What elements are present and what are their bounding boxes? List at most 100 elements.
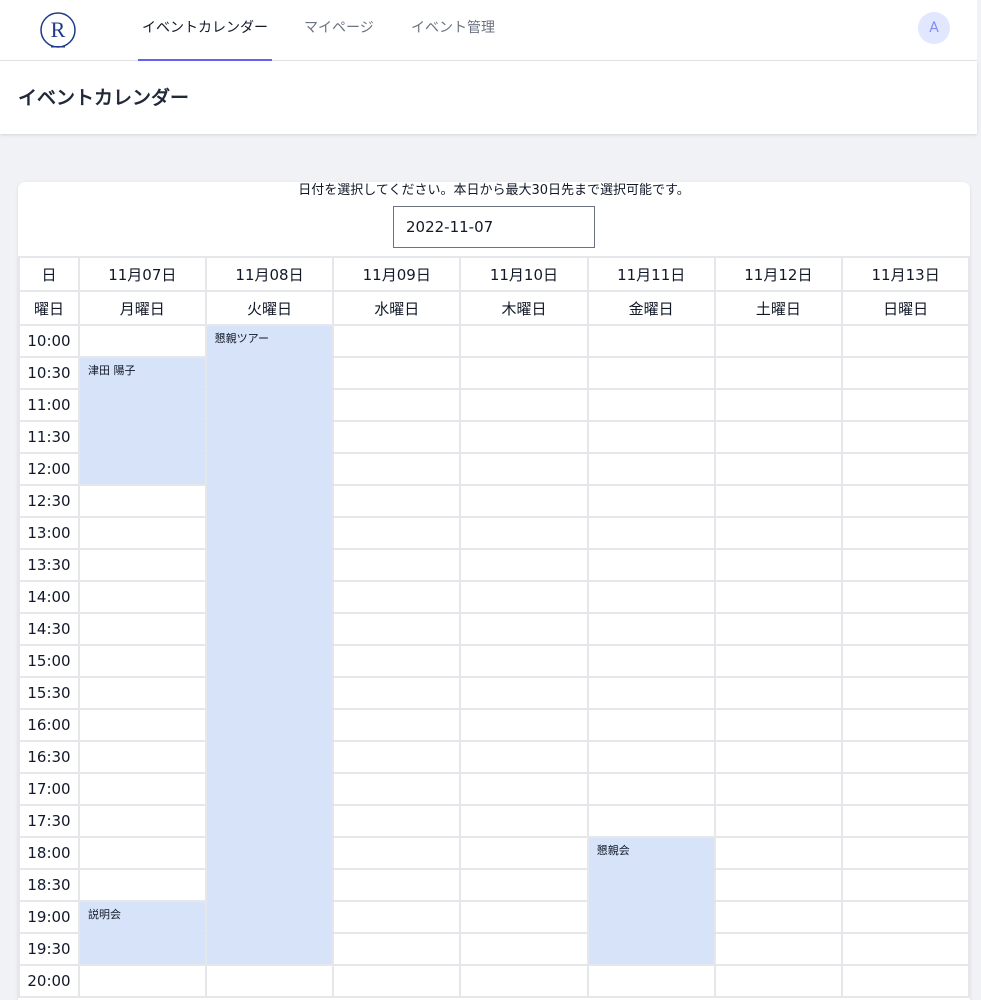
time-slot-cell[interactable] bbox=[459, 900, 589, 934]
event-block[interactable] bbox=[204, 452, 335, 486]
time-slot-cell[interactable] bbox=[332, 932, 462, 966]
time-slot-cell[interactable] bbox=[77, 612, 207, 646]
time-slot-cell[interactable] bbox=[459, 356, 589, 390]
time-slot-cell[interactable] bbox=[332, 740, 462, 774]
time-slot-cell[interactable] bbox=[332, 644, 462, 678]
time-slot-cell[interactable] bbox=[586, 708, 716, 742]
time-slot-cell[interactable] bbox=[586, 388, 716, 422]
time-slot-cell[interactable] bbox=[332, 868, 462, 902]
time-slot-cell[interactable] bbox=[713, 516, 844, 550]
time-slot-cell[interactable] bbox=[586, 548, 716, 582]
event-block[interactable]: 懇親ツアー bbox=[204, 324, 335, 358]
time-slot-cell[interactable] bbox=[459, 676, 589, 710]
time-slot-cell[interactable] bbox=[77, 772, 207, 806]
event-block[interactable] bbox=[204, 868, 335, 902]
event-block[interactable] bbox=[586, 900, 716, 934]
time-slot-cell[interactable] bbox=[713, 356, 844, 390]
time-slot-cell[interactable] bbox=[841, 356, 970, 390]
event-title[interactable]: 懇親会 bbox=[597, 842, 630, 858]
time-slot-cell[interactable] bbox=[77, 868, 207, 902]
time-slot-cell[interactable] bbox=[459, 452, 589, 486]
time-slot-cell[interactable] bbox=[332, 452, 462, 486]
time-slot-cell[interactable] bbox=[841, 420, 970, 454]
time-slot-cell[interactable] bbox=[332, 612, 462, 646]
event-block[interactable] bbox=[204, 676, 335, 710]
event-block[interactable] bbox=[204, 580, 335, 614]
time-slot-cell[interactable] bbox=[77, 676, 207, 710]
time-slot-cell[interactable] bbox=[586, 356, 716, 390]
time-slot-cell[interactable] bbox=[332, 836, 462, 870]
event-block[interactable] bbox=[204, 388, 335, 422]
time-slot-cell[interactable] bbox=[332, 356, 462, 390]
event-block[interactable] bbox=[204, 484, 335, 518]
time-slot-cell[interactable] bbox=[841, 708, 970, 742]
time-slot-cell[interactable] bbox=[841, 324, 970, 358]
time-slot-cell[interactable] bbox=[713, 548, 844, 582]
time-slot-cell[interactable] bbox=[77, 484, 207, 518]
event-block[interactable] bbox=[204, 772, 335, 806]
event-block[interactable] bbox=[204, 356, 335, 390]
event-block[interactable] bbox=[204, 516, 335, 550]
time-slot-cell[interactable] bbox=[713, 324, 844, 358]
time-slot-cell[interactable] bbox=[713, 388, 844, 422]
event-block[interactable] bbox=[204, 420, 335, 454]
time-slot-cell[interactable] bbox=[459, 740, 589, 774]
time-slot-cell[interactable] bbox=[713, 836, 844, 870]
event-block[interactable] bbox=[77, 388, 207, 422]
time-slot-cell[interactable] bbox=[713, 644, 844, 678]
time-slot-cell[interactable] bbox=[77, 964, 207, 998]
time-slot-cell[interactable] bbox=[332, 388, 462, 422]
time-slot-cell[interactable] bbox=[459, 644, 589, 678]
event-block[interactable] bbox=[77, 420, 207, 454]
time-slot-cell[interactable] bbox=[586, 612, 716, 646]
time-slot-cell[interactable] bbox=[841, 868, 970, 902]
time-slot-cell[interactable] bbox=[586, 740, 716, 774]
time-slot-cell[interactable] bbox=[332, 580, 462, 614]
tab-event-management[interactable]: イベント管理 bbox=[407, 0, 499, 61]
time-slot-cell[interactable] bbox=[841, 964, 970, 998]
time-slot-cell[interactable] bbox=[841, 644, 970, 678]
time-slot-cell[interactable] bbox=[586, 324, 716, 358]
time-slot-cell[interactable] bbox=[841, 932, 970, 966]
event-block[interactable] bbox=[77, 932, 207, 966]
time-slot-cell[interactable] bbox=[841, 388, 970, 422]
time-slot-cell[interactable] bbox=[77, 740, 207, 774]
time-slot-cell[interactable] bbox=[841, 740, 970, 774]
time-slot-cell[interactable] bbox=[841, 548, 970, 582]
time-slot-cell[interactable] bbox=[332, 804, 462, 838]
event-block[interactable] bbox=[204, 708, 335, 742]
time-slot-cell[interactable] bbox=[586, 964, 716, 998]
event-block[interactable] bbox=[204, 804, 335, 838]
time-slot-cell[interactable] bbox=[841, 580, 970, 614]
time-slot-cell[interactable] bbox=[459, 868, 589, 902]
time-slot-cell[interactable] bbox=[77, 548, 207, 582]
event-block[interactable] bbox=[586, 868, 716, 902]
event-title[interactable]: 懇親ツアー bbox=[215, 330, 269, 346]
time-slot-cell[interactable] bbox=[841, 804, 970, 838]
event-title[interactable]: 津田 陽子 bbox=[88, 362, 136, 378]
time-slot-cell[interactable] bbox=[841, 772, 970, 806]
time-slot-cell[interactable] bbox=[586, 516, 716, 550]
time-slot-cell[interactable] bbox=[713, 676, 844, 710]
date-picker-input[interactable] bbox=[393, 206, 595, 248]
time-slot-cell[interactable] bbox=[713, 964, 844, 998]
time-slot-cell[interactable] bbox=[586, 804, 716, 838]
time-slot-cell[interactable] bbox=[77, 804, 207, 838]
event-block[interactable] bbox=[204, 932, 335, 966]
time-slot-cell[interactable] bbox=[459, 324, 589, 358]
time-slot-cell[interactable] bbox=[332, 676, 462, 710]
time-slot-cell[interactable] bbox=[77, 516, 207, 550]
event-block[interactable] bbox=[204, 612, 335, 646]
time-slot-cell[interactable] bbox=[459, 388, 589, 422]
time-slot-cell[interactable] bbox=[459, 516, 589, 550]
time-slot-cell[interactable] bbox=[332, 324, 462, 358]
time-slot-cell[interactable] bbox=[713, 484, 844, 518]
event-block[interactable] bbox=[204, 836, 335, 870]
time-slot-cell[interactable] bbox=[459, 772, 589, 806]
time-slot-cell[interactable] bbox=[77, 644, 207, 678]
event-block[interactable] bbox=[204, 548, 335, 582]
event-title[interactable]: 説明会 bbox=[88, 906, 121, 922]
time-slot-cell[interactable] bbox=[332, 484, 462, 518]
logo[interactable]: R bbox=[38, 8, 78, 52]
time-slot-cell[interactable] bbox=[459, 484, 589, 518]
